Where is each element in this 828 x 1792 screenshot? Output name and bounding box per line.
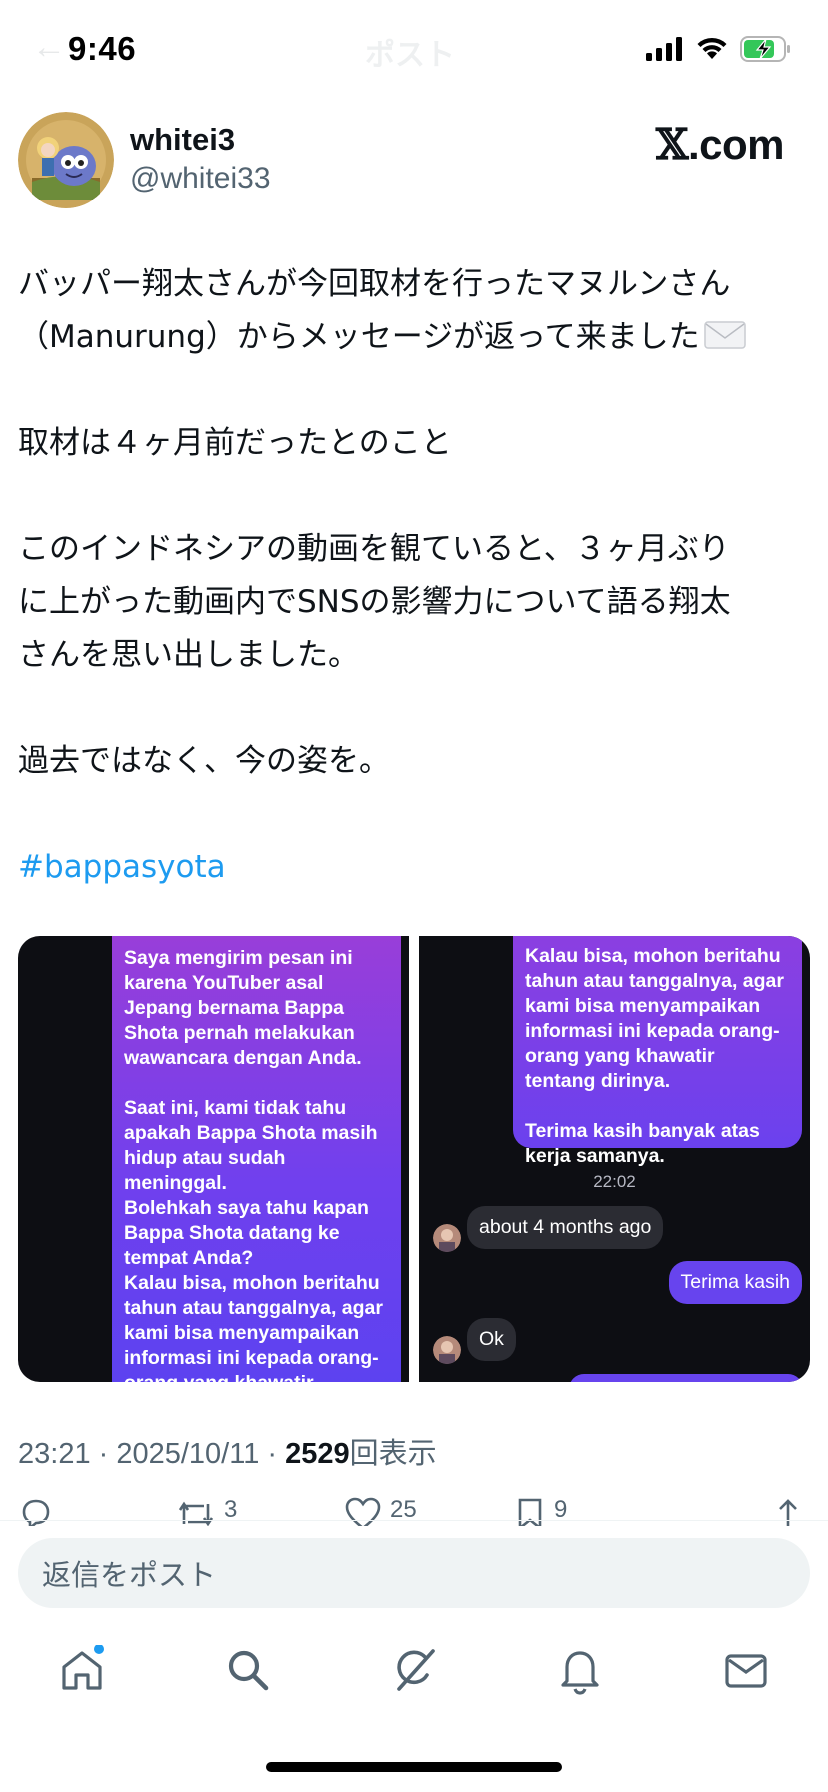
x-com-watermark: 𝕏.com [655,120,785,169]
meta-separator: · [90,1438,117,1470]
tweet-text: バッパー翔太さんが今回取材を行ったマヌルンさん （Manurung）からメッセー… [18,258,818,894]
tweet-media[interactable]: Saya mengirim pesan ini karena YouTuber … [18,936,810,1382]
heart-icon [345,1497,381,1526]
home-indicator[interactable] [266,1762,562,1772]
chat-avatar [433,1336,461,1364]
tweet-time: 23:21 [18,1438,91,1470]
reply-button[interactable] [18,1496,54,1526]
bottom-nav [0,1640,828,1710]
avatar[interactable] [18,112,114,208]
tweet-line: バッパー翔太さんが今回取材を行ったマヌルンさん [18,266,731,302]
brand-suffix: .com [687,121,785,168]
chat-bubble-text: Kalau bisa, mohon beritahu tahun atau ta… [525,945,784,1167]
grok-icon [397,1649,435,1691]
notification-dot [94,1645,104,1654]
tweet-line: このインドネシアの動画を観ていると、３ヶ月ぶり [18,531,730,567]
status-bar: ← ポスト 9:46 [0,0,828,100]
chat-bubble-text: Saya mengirim pesan ini karena YouTuber … [124,947,383,1382]
nav-search[interactable] [218,1640,278,1700]
bookmark-icon [518,1498,542,1526]
battery-charging-icon [740,36,790,62]
home-icon [62,1645,104,1690]
tweet-line: 過去ではなく、今の姿を。 [18,743,390,779]
chat-bubble-sent: Terima kasih [668,1261,802,1304]
bookmark-button[interactable]: 9 [514,1496,567,1526]
chat-bubble-sent-partial [569,1374,803,1382]
tweet-line-text: （Manurung）からメッセージが返って来ました [18,319,700,355]
chat-bubble-received: Ok [467,1318,516,1361]
reply-icon [22,1499,50,1526]
share-button[interactable] [772,1496,804,1526]
nav-grok[interactable] [384,1640,444,1700]
status-time: 9:46 [68,30,137,67]
tweet-actions: 3 25 9 [18,1496,810,1526]
media-image-left[interactable]: Saya mengirim pesan ini karena YouTuber … [18,936,409,1382]
tweet-line: さんを思い出しました。 [18,637,359,673]
wifi-icon [697,37,727,59]
status-icons [646,34,792,64]
chat-timestamp: 22:02 [593,1172,636,1191]
chat-bubble-received: about 4 months ago [467,1206,664,1249]
cellular-signal-icon [646,37,682,61]
search-icon [228,1650,269,1691]
nav-notifications[interactable] [550,1640,610,1700]
messages-icon [725,1654,767,1688]
user-handle[interactable]: @whitei33 [130,162,271,196]
view-label: 回表示 [349,1438,437,1470]
nav-messages[interactable] [716,1640,776,1700]
back-arrow-icon[interactable]: ← [32,28,66,67]
media-image-right[interactable]: Kalau bisa, mohon beritahu tahun atau ta… [419,936,810,1382]
retweet-icon [178,1501,214,1526]
hashtag-link[interactable]: #bappasyota [18,849,226,885]
tweet-meta: 23:21 · 2025/10/11 · 2529回表示 [18,1430,437,1472]
page-title-faded: ポスト [365,39,455,72]
reply-input[interactable]: 返信をポスト [18,1538,810,1608]
retweet-button[interactable]: 3 [176,1496,237,1526]
tweet-line: （Manurung）からメッセージが返って来ました [18,311,818,364]
x-logo-icon: 𝕏 [655,120,689,169]
chat-bubble-sent: Kalau bisa, mohon beritahu tahun atau ta… [513,936,802,1167]
like-button[interactable]: 25 [344,1496,417,1526]
divider [0,1520,828,1521]
view-count: 2529 [285,1438,350,1470]
envelope-emoji-icon [703,321,746,349]
share-icon [779,1499,797,1526]
tweet-date: 2025/10/11 [116,1438,260,1470]
meta-separator: · [259,1438,286,1470]
tweet-line: に上がった動画内でSNSの影響力について語る翔太 [18,584,731,620]
chat-avatar [433,1224,461,1252]
tweet-author: whitei3 @whitei33 𝕏.com [18,112,818,208]
chat-bubble-sent: Saya mengirim pesan ini karena YouTuber … [112,936,401,1382]
reply-placeholder: 返信をポスト [42,1558,217,1592]
notifications-icon [561,1651,599,1695]
tweet-line: #bappasyota [18,841,818,894]
display-name[interactable]: whitei3 [130,122,235,158]
nav-home[interactable] [52,1640,112,1700]
tweet-line: 取材は４ヶ月前だったとのこと [18,425,452,461]
